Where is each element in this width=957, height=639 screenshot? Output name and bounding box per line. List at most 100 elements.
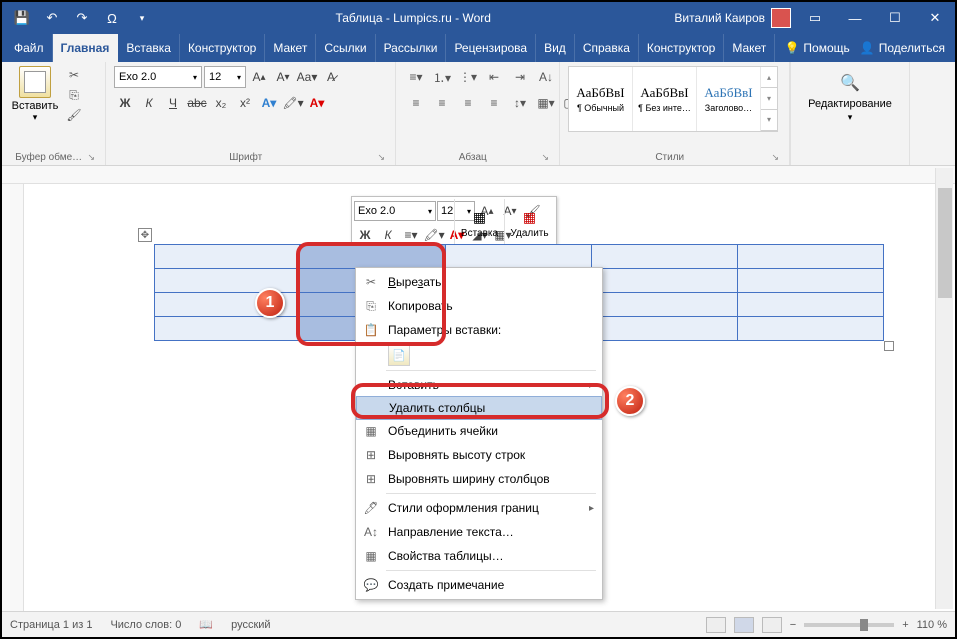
status-page[interactable]: Страница 1 из 1 bbox=[10, 619, 92, 631]
paste-button[interactable]: Вставить ▾ bbox=[10, 66, 60, 123]
strike-button[interactable]: abc bbox=[186, 92, 208, 114]
zoom-out-icon[interactable]: − bbox=[790, 619, 796, 631]
outdent-icon[interactable]: ⇤ bbox=[482, 66, 506, 88]
line-spacing-icon[interactable]: ↕▾ bbox=[508, 92, 532, 114]
font-size-combo[interactable]: 12▾ bbox=[204, 66, 246, 88]
vertical-scrollbar[interactable] bbox=[935, 168, 953, 609]
vertical-ruler[interactable] bbox=[2, 184, 24, 611]
highlight-icon[interactable]: 🖍▾ bbox=[423, 224, 445, 246]
user-area[interactable]: Виталий Каиров bbox=[674, 8, 795, 28]
web-layout-icon[interactable] bbox=[762, 617, 782, 633]
expand-icon[interactable]: ▾ bbox=[761, 110, 777, 131]
launcher-icon[interactable]: ↘ bbox=[377, 152, 385, 163]
status-words[interactable]: Число слов: 0 bbox=[110, 619, 181, 631]
bullets-icon[interactable]: ≡▾ bbox=[404, 66, 428, 88]
scroll-up-icon[interactable]: ▴ bbox=[761, 67, 777, 88]
format-painter-icon[interactable]: 🖌 bbox=[64, 106, 84, 124]
print-layout-icon[interactable] bbox=[734, 617, 754, 633]
mini-delete-button[interactable]: ▦ Удалить bbox=[504, 199, 554, 247]
share-button[interactable]: 👤 Поделиться bbox=[860, 41, 945, 55]
maximize-button[interactable]: ☐ bbox=[875, 2, 915, 34]
launcher-icon[interactable]: ↘ bbox=[541, 152, 549, 163]
align-right-icon[interactable]: ≡ bbox=[456, 92, 480, 114]
align-center-icon[interactable]: ≡ bbox=[430, 92, 454, 114]
tab-mailings[interactable]: Рассылки bbox=[376, 34, 447, 62]
ctx-merge-cells[interactable]: ▦Объединить ячейки bbox=[356, 419, 602, 443]
status-spell-icon[interactable]: 📖 bbox=[199, 618, 213, 631]
mini-insert-button[interactable]: ▦ Вставка bbox=[454, 199, 504, 247]
table-move-handle[interactable]: ✥ bbox=[138, 228, 152, 242]
underline-button[interactable]: Ч bbox=[162, 92, 184, 114]
scrollbar-thumb[interactable] bbox=[938, 188, 952, 298]
ctx-text-direction[interactable]: A↕Направление текста… bbox=[356, 520, 602, 544]
justify-icon[interactable]: ≡ bbox=[482, 92, 506, 114]
zoom-slider[interactable] bbox=[804, 623, 894, 627]
launcher-icon[interactable]: ↘ bbox=[87, 152, 95, 163]
launcher-icon[interactable]: ↘ bbox=[771, 152, 779, 163]
indent-icon[interactable]: ⇥ bbox=[508, 66, 532, 88]
page[interactable]: Exo 2.0▾ 12▾ A▴ A▾ 🖌 ▦ Вставка ▦ Удалить… bbox=[32, 192, 922, 592]
font-color-icon[interactable]: A▾ bbox=[306, 92, 328, 114]
tab-design[interactable]: Конструктор bbox=[180, 34, 265, 62]
highlight-icon[interactable]: 🖍▾ bbox=[282, 92, 304, 114]
numbering-icon[interactable]: ⒈▾ bbox=[430, 66, 454, 88]
tab-view[interactable]: Вид bbox=[536, 34, 575, 62]
save-icon[interactable]: 💾 bbox=[12, 8, 32, 28]
mini-font-name[interactable]: Exo 2.0▾ bbox=[354, 201, 436, 221]
multilevel-icon[interactable]: ⋮▾ bbox=[456, 66, 480, 88]
avatar[interactable] bbox=[771, 8, 791, 28]
zoom-in-icon[interactable]: + bbox=[902, 619, 908, 631]
ctx-insert[interactable]: Вставить▸ bbox=[356, 373, 602, 397]
tab-references[interactable]: Ссылки bbox=[316, 34, 375, 62]
subscript-button[interactable]: x₂ bbox=[210, 92, 232, 114]
align-left-icon[interactable]: ≡ bbox=[404, 92, 428, 114]
style-nospace[interactable]: АаБбВвІ¶ Без инте… bbox=[633, 67, 697, 131]
close-button[interactable]: ✕ bbox=[915, 2, 955, 34]
paste-keep-source-icon[interactable]: 📄 bbox=[388, 344, 410, 366]
table-resize-handle[interactable] bbox=[884, 341, 894, 351]
style-normal[interactable]: АаБбВвІ¶ Обычный bbox=[569, 67, 633, 131]
align-icon[interactable]: ≡▾ bbox=[400, 224, 422, 246]
ctx-delete-columns[interactable]: Удалить столбцы bbox=[356, 396, 602, 420]
styles-gallery[interactable]: АаБбВвІ¶ Обычный АаБбВвІ¶ Без инте… АаБб… bbox=[568, 66, 778, 132]
tab-layout[interactable]: Макет bbox=[265, 34, 316, 62]
ribbon-options-icon[interactable]: ▭ bbox=[795, 2, 835, 34]
ctx-cut[interactable]: ✂Вырезать bbox=[356, 270, 602, 294]
ctx-table-properties[interactable]: ▦Свойства таблицы… bbox=[356, 544, 602, 568]
style-heading[interactable]: АаБбВвІЗаголово… bbox=[697, 67, 761, 131]
tab-table-layout[interactable]: Макет bbox=[724, 34, 775, 62]
qat-more-icon[interactable]: ▾ bbox=[132, 8, 152, 28]
ctx-copy[interactable]: ⎘Копировать bbox=[356, 294, 602, 318]
tell-me[interactable]: 💡 Помощь bbox=[784, 41, 849, 55]
sort-icon[interactable]: A↓ bbox=[534, 66, 558, 88]
text-effects-icon[interactable]: A▾ bbox=[258, 92, 280, 114]
redo-icon[interactable]: ↷ bbox=[72, 8, 92, 28]
copy-icon[interactable]: ⎘ bbox=[64, 86, 84, 104]
omega-icon[interactable]: Ω bbox=[102, 8, 122, 28]
bold-button[interactable]: Ж bbox=[354, 224, 376, 246]
superscript-button[interactable]: x² bbox=[234, 92, 256, 114]
tab-help[interactable]: Справка bbox=[575, 34, 639, 62]
grow-font-icon[interactable]: A▴ bbox=[248, 66, 270, 88]
tab-home[interactable]: Главная bbox=[53, 34, 119, 62]
horizontal-ruler[interactable] bbox=[2, 166, 955, 184]
italic-button[interactable]: К bbox=[377, 224, 399, 246]
italic-button[interactable]: К bbox=[138, 92, 160, 114]
ctx-new-comment[interactable]: 💬Создать примечание bbox=[356, 573, 602, 597]
bold-button[interactable]: Ж bbox=[114, 92, 136, 114]
status-language[interactable]: русский bbox=[231, 619, 270, 631]
tab-insert[interactable]: Вставка bbox=[118, 34, 180, 62]
cut-icon[interactable]: ✂ bbox=[64, 66, 84, 84]
clear-format-icon[interactable]: A̷ bbox=[320, 66, 342, 88]
ctx-dist-rows[interactable]: ⊞Выровнять высоту строк bbox=[356, 443, 602, 467]
editing-button[interactable]: 🔍 Редактирование ▾ bbox=[808, 70, 892, 123]
change-case-icon[interactable]: Aa▾ bbox=[296, 66, 318, 88]
zoom-value[interactable]: 110 % bbox=[917, 619, 947, 631]
ctx-dist-cols[interactable]: ⊞Выровнять ширину столбцов bbox=[356, 467, 602, 491]
tab-file[interactable]: Файл bbox=[6, 34, 53, 62]
tab-review[interactable]: Рецензирова bbox=[446, 34, 536, 62]
minimize-button[interactable]: — bbox=[835, 2, 875, 34]
undo-icon[interactable]: ↶ bbox=[42, 8, 62, 28]
zoom-thumb[interactable] bbox=[860, 619, 868, 631]
read-mode-icon[interactable] bbox=[706, 617, 726, 633]
